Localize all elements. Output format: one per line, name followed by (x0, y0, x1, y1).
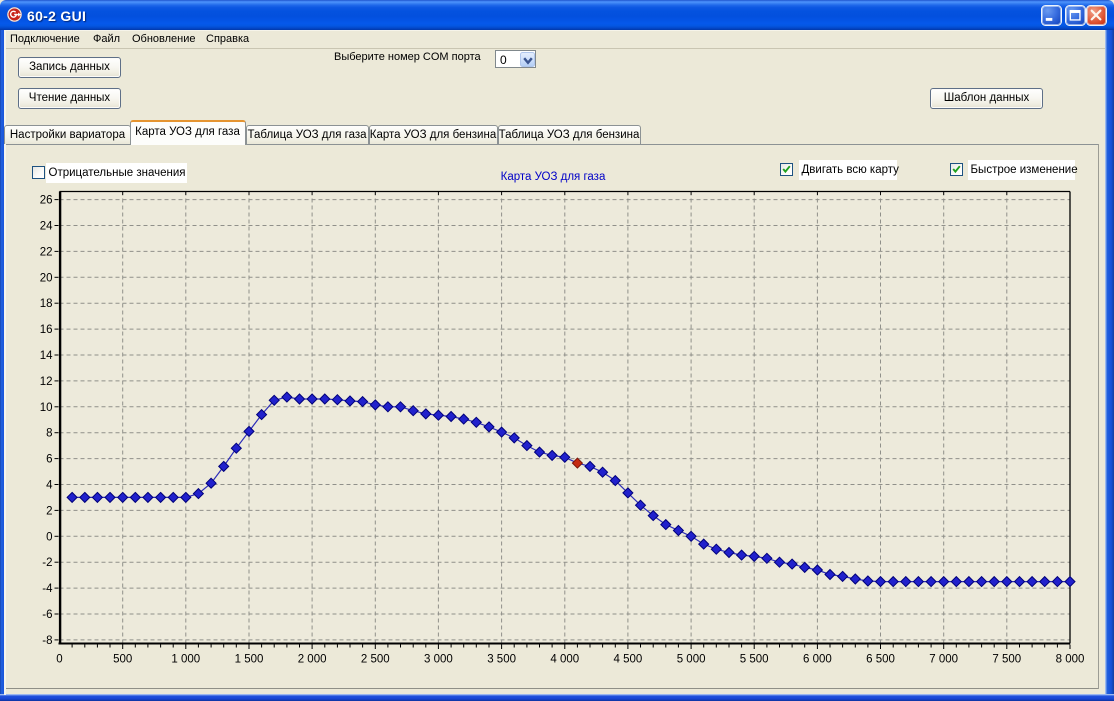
svg-text:18: 18 (40, 298, 53, 310)
svg-text:16: 16 (40, 324, 53, 336)
svg-text:8 000: 8 000 (1056, 654, 1085, 666)
svg-text:6: 6 (46, 454, 52, 466)
svg-text:0: 0 (56, 654, 62, 666)
svg-text:7 500: 7 500 (992, 654, 1021, 666)
svg-text:6 000: 6 000 (803, 654, 832, 666)
svg-text:12: 12 (40, 376, 53, 388)
svg-text:24: 24 (40, 221, 53, 233)
svg-text:1 000: 1 000 (171, 654, 200, 666)
svg-text:4 500: 4 500 (614, 654, 643, 666)
svg-text:-2: -2 (42, 557, 52, 569)
svg-text:-6: -6 (42, 609, 52, 621)
svg-text:0: 0 (46, 531, 52, 543)
svg-text:10: 10 (40, 402, 53, 414)
svg-text:20: 20 (40, 272, 53, 284)
svg-text:2 500: 2 500 (361, 654, 390, 666)
svg-text:1 500: 1 500 (235, 654, 264, 666)
svg-text:500: 500 (113, 654, 132, 666)
svg-text:5 000: 5 000 (677, 654, 706, 666)
svg-text:5 500: 5 500 (740, 654, 769, 666)
svg-text:26: 26 (40, 195, 53, 207)
svg-text:22: 22 (40, 246, 53, 258)
svg-text:3 000: 3 000 (424, 654, 453, 666)
svg-text:7 000: 7 000 (929, 654, 958, 666)
svg-text:4: 4 (46, 480, 53, 492)
svg-text:2: 2 (46, 505, 52, 517)
svg-text:8: 8 (46, 428, 52, 440)
svg-text:-8: -8 (42, 635, 52, 647)
svg-text:3 500: 3 500 (487, 654, 516, 666)
svg-text:14: 14 (40, 350, 53, 362)
svg-text:6 500: 6 500 (866, 654, 895, 666)
svg-text:2 000: 2 000 (298, 654, 327, 666)
svg-text:4 000: 4 000 (550, 654, 579, 666)
svg-text:-4: -4 (42, 583, 53, 595)
